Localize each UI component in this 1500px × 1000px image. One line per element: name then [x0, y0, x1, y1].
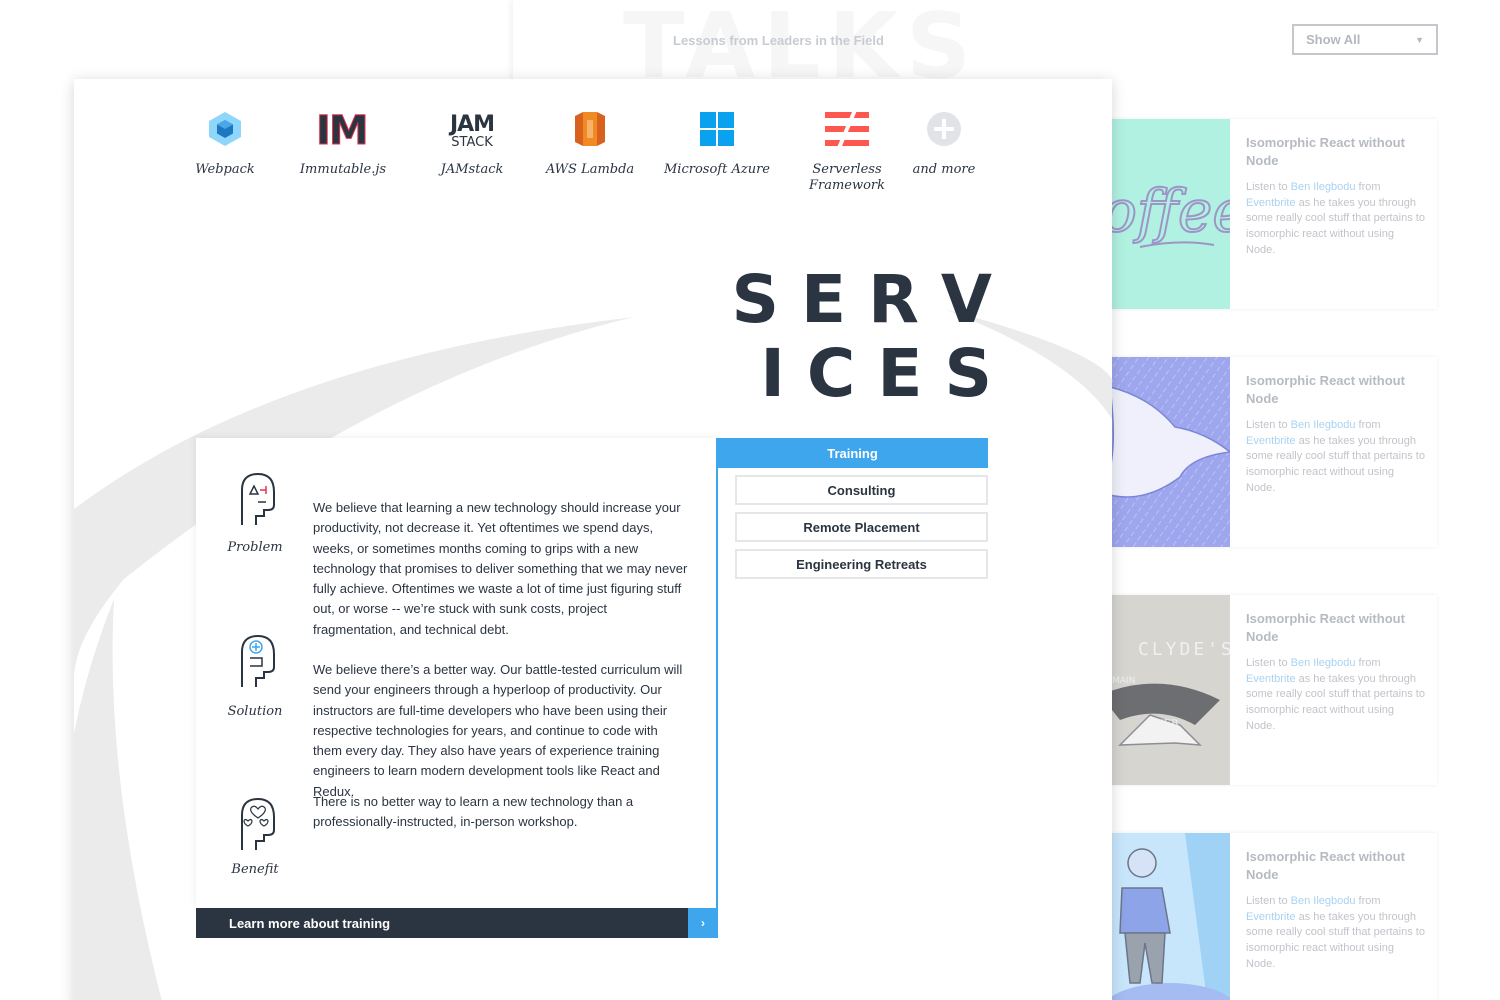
svg-text:NEB: NEB	[1155, 719, 1178, 730]
talk-description: Listen to Ben Ilegbodu from Eventbrite a…	[1246, 419, 1425, 494]
training-content-panel: Problem We believe that learning a new t…	[196, 438, 718, 908]
services-page: Webpack IM Immutable.js JAM STACK JAMsta…	[74, 79, 1112, 1000]
pillar-label: Benefit	[231, 862, 279, 877]
talk-card[interactable]: Isomorphic React without Node Listen to …	[1080, 357, 1437, 547]
tech-name: Immutable.js	[299, 162, 387, 177]
tab-engineering-retreats[interactable]: Engineering Retreats	[735, 549, 988, 579]
thumb-poster-text: CLYDE'S	[1138, 639, 1230, 660]
talk-title[interactable]: Isomorphic React without Node	[1246, 134, 1426, 170]
pillar-text: There is no better way to learn a new te…	[313, 794, 634, 830]
tech-and-more[interactable]: and more	[884, 107, 1004, 178]
learn-more-button[interactable]: Learn more about training ›	[196, 908, 718, 938]
talk-card[interactable]: CLYDE'S MAIN NEB Isomorphic React withou…	[1080, 595, 1437, 785]
aws-lambda-icon	[575, 112, 605, 146]
head-benefit-icon	[241, 797, 275, 850]
tab-consulting[interactable]: Consulting	[735, 475, 988, 505]
talks-filter-select[interactable]: Show All ▼	[1292, 24, 1438, 55]
company-link[interactable]: Eventbrite	[1246, 435, 1296, 447]
tech-webpack[interactable]: Webpack	[165, 107, 285, 178]
company-link[interactable]: Eventbrite	[1246, 911, 1296, 923]
talk-description: Listen to Ben Ilegbodu from Eventbrite a…	[1246, 181, 1425, 256]
svg-text:IM: IM	[316, 111, 367, 147]
pillar-label: Problem	[227, 540, 283, 555]
tech-name: Webpack	[195, 162, 255, 177]
company-link[interactable]: Eventbrite	[1246, 197, 1296, 209]
services-heading: SERV ICES	[731, 261, 1014, 412]
svg-text:STACK: STACK	[451, 135, 493, 149]
tech-immutable[interactable]: IM Immutable.js	[283, 107, 403, 178]
svg-text:MAIN: MAIN	[1112, 676, 1135, 686]
plus-circle-icon	[927, 112, 961, 146]
tech-name: AWS Lambda	[545, 162, 635, 177]
pillar-label: Solution	[227, 704, 283, 719]
tech-name: Microsoft Azure	[664, 162, 770, 177]
talk-card[interactable]: Isomorphic React without Node Listen to …	[1080, 833, 1437, 1000]
tech-microsoft-azure[interactable]: Microsoft Azure	[657, 107, 777, 178]
tab-remote-placement[interactable]: Remote Placement	[735, 512, 988, 542]
talk-description: Listen to Ben Ilegbodu from Eventbrite a…	[1246, 657, 1425, 732]
talks-filter-value: Show All	[1306, 32, 1361, 47]
webpack-cube-icon	[209, 112, 241, 146]
chevron-down-icon: ▼	[1415, 34, 1424, 45]
speaker-link[interactable]: Ben Ilegbodu	[1291, 181, 1356, 193]
immutable-im-icon: IM	[316, 111, 369, 147]
talks-subtitle: Lessons from Leaders in the Field	[673, 33, 884, 48]
thumb-script-text: offee	[1102, 177, 1230, 245]
head-solution-icon	[241, 634, 275, 687]
svg-text:JAM: JAM	[448, 112, 494, 137]
windows-icon	[700, 112, 734, 146]
talk-card[interactable]: offee Isomorphic React without Node List…	[1080, 119, 1437, 309]
tech-name: and more	[912, 162, 976, 177]
pillar-text: We believe that learning a new technolog…	[313, 500, 688, 637]
company-link[interactable]: Eventbrite	[1246, 673, 1296, 685]
talk-title[interactable]: Isomorphic React without Node	[1246, 610, 1426, 646]
tech-jamstack[interactable]: JAM STACK JAMstack	[412, 107, 532, 178]
talk-description: Listen to Ben Ilegbodu from Eventbrite a…	[1246, 895, 1425, 970]
learn-more-label: Learn more about training	[229, 915, 391, 931]
tab-training[interactable]: Training	[717, 438, 988, 468]
serverless-icon	[825, 112, 869, 146]
speaker-link[interactable]: Ben Ilegbodu	[1291, 657, 1356, 669]
chevron-right-icon[interactable]: ›	[688, 908, 718, 938]
talk-title[interactable]: Isomorphic React without Node	[1246, 848, 1426, 884]
tech-name: JAMstack	[440, 162, 504, 177]
speaker-link[interactable]: Ben Ilegbodu	[1291, 895, 1356, 907]
tech-aws-lambda[interactable]: AWS Lambda	[530, 107, 650, 178]
speaker-link[interactable]: Ben Ilegbodu	[1291, 419, 1356, 431]
pillar-text: We believe there’s a better way. Our bat…	[313, 662, 683, 799]
jamstack-icon: JAM STACK	[448, 112, 495, 149]
head-problem-icon	[241, 472, 275, 525]
talk-title[interactable]: Isomorphic React without Node	[1246, 372, 1426, 408]
